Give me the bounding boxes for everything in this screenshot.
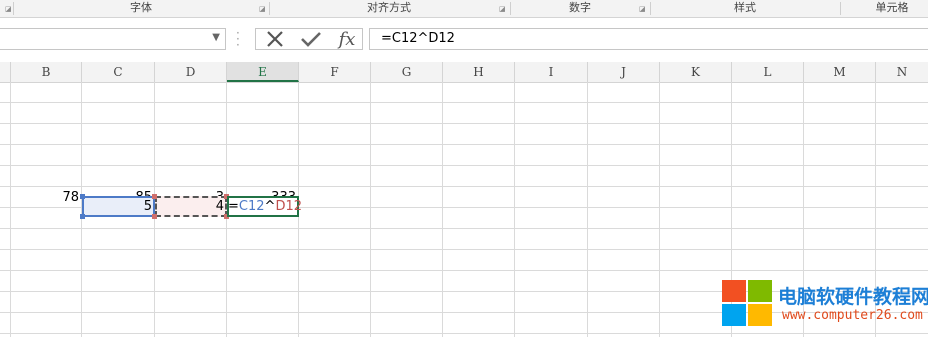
column-header-a[interactable] <box>0 62 11 82</box>
edit-ref-c12: C12 <box>238 199 265 214</box>
column-header-n[interactable]: N <box>876 62 928 82</box>
edit-operator: ^ <box>264 199 276 214</box>
cell-c12[interactable]: 5 <box>82 196 155 217</box>
clipboard-dialog-launcher-icon[interactable]: ◪ <box>5 6 12 13</box>
ribbon-group-number-label: 数字 <box>569 1 591 14</box>
edit-ref-d12: D12 <box>275 199 302 214</box>
column-header-f[interactable]: F <box>299 62 371 82</box>
column-header-k[interactable]: K <box>660 62 732 82</box>
grid-line <box>0 228 928 229</box>
column-header-c[interactable]: C <box>82 62 155 82</box>
column-header-m[interactable]: M <box>804 62 876 82</box>
grid-line <box>442 82 443 337</box>
column-header-i[interactable]: I <box>515 62 588 82</box>
enter-button[interactable] <box>296 29 326 49</box>
cancel-icon <box>267 31 283 47</box>
font-dialog-launcher-icon[interactable]: ◪ <box>259 6 266 13</box>
formula-bar-grip-icon[interactable]: · · · <box>236 27 240 51</box>
column-header-h[interactable]: H <box>443 62 515 82</box>
watermark-url: www.computer26.com <box>782 308 923 323</box>
grid-line <box>514 82 515 337</box>
grid-line <box>370 82 371 337</box>
insert-function-button[interactable]: fx <box>332 28 362 50</box>
column-header-d[interactable]: D <box>155 62 227 82</box>
column-header-l[interactable]: L <box>732 62 804 82</box>
grid-line <box>0 165 928 166</box>
grid-line <box>0 123 928 124</box>
number-dialog-launcher-icon[interactable]: ◪ <box>639 6 646 13</box>
cell-d12[interactable]: 4 <box>155 196 227 217</box>
column-headers: B C D E F G H I J K L M N <box>0 62 928 83</box>
checkmark-icon <box>301 32 321 47</box>
reference-handle[interactable] <box>152 194 157 199</box>
edit-prefix: = <box>228 199 239 214</box>
ribbon-group-font-label: 字体 <box>130 1 152 14</box>
column-header-g[interactable]: G <box>371 62 443 82</box>
logo-square <box>748 304 772 326</box>
cancel-button[interactable] <box>260 29 290 49</box>
cell-b9[interactable]: 78 <box>11 187 82 208</box>
grid-line <box>0 249 928 250</box>
column-header-e[interactable]: E <box>227 62 299 82</box>
logo-square <box>722 280 746 302</box>
formula-bar: ▼ · · · fx =C12^D12 <box>0 18 928 61</box>
reference-handle[interactable] <box>152 214 157 219</box>
watermark-title: 电脑软硬件教程网 <box>778 286 928 308</box>
formula-input[interactable]: =C12^D12 <box>369 28 928 50</box>
grid-line <box>10 82 11 337</box>
formula-buttons: fx <box>255 28 363 50</box>
name-box-dropdown-icon[interactable]: ▼ <box>212 32 220 43</box>
windows-logo-icon <box>722 280 774 327</box>
grid-line <box>659 82 660 337</box>
reference-handle[interactable] <box>80 214 85 219</box>
column-header-b[interactable]: B <box>11 62 82 82</box>
ribbon-group-cells-label: 单元格 <box>875 1 909 14</box>
grid-line <box>0 333 928 334</box>
insert-function-icon: fx <box>338 28 356 50</box>
name-box[interactable]: ▼ <box>0 28 226 50</box>
grid-line <box>0 144 928 145</box>
grid-line <box>0 270 928 271</box>
alignment-dialog-launcher-icon[interactable]: ◪ <box>499 6 506 13</box>
logo-square <box>748 280 772 302</box>
logo-square <box>722 304 746 326</box>
ribbon-separator <box>840 2 841 15</box>
cell-e12-edit-text[interactable]: =C12^D12 <box>228 196 302 217</box>
watermark-logo: 电脑软硬件教程网 www.computer26.com <box>722 280 928 328</box>
column-header-j[interactable]: J <box>588 62 660 82</box>
reference-handle[interactable] <box>80 194 85 199</box>
ribbon-group-styles-label: 样式 <box>734 1 756 14</box>
ribbon-group-alignment-label: 对齐方式 <box>367 1 411 14</box>
grid-line <box>587 82 588 337</box>
ribbon-group-labels: ◪ 字体 ◪ 对齐方式 ◪ 数字 ◪ 样式 单元格 <box>0 0 928 18</box>
grid-line <box>0 102 928 103</box>
